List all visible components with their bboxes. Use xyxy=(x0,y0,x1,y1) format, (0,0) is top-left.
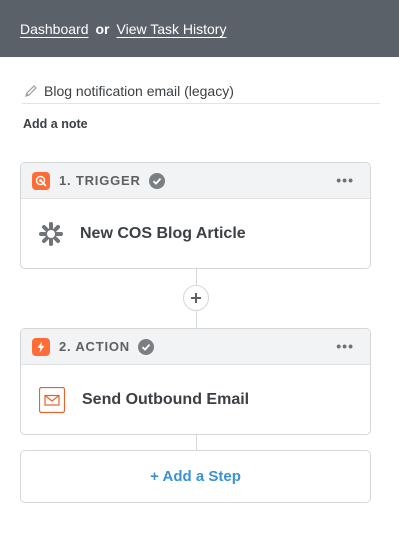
action-app-title: Send Outbound Email xyxy=(82,390,250,408)
action-more-menu[interactable]: ••• xyxy=(336,338,354,354)
action-step-label: 2. ACTION xyxy=(59,339,131,354)
connector-line xyxy=(196,311,197,328)
connector-line xyxy=(196,434,197,450)
trigger-app-title: New COS Blog Article xyxy=(80,224,246,242)
trigger-card-header[interactable]: 1. TRIGGER ••• xyxy=(21,163,370,199)
top-bar: Dashboard or View Task History xyxy=(0,0,399,57)
insert-step-button[interactable] xyxy=(183,285,209,311)
check-circle-icon xyxy=(148,172,165,189)
dashboard-link[interactable]: Dashboard xyxy=(20,21,89,37)
lightning-icon xyxy=(32,337,50,356)
hubspot-sprocket-icon xyxy=(39,221,63,246)
action-card[interactable]: 2. ACTION ••• Send Outbound Email xyxy=(20,328,371,435)
envelope-icon xyxy=(39,386,65,413)
add-step-label: + Add a Step xyxy=(150,468,241,485)
view-task-history-link[interactable]: View Task History xyxy=(117,21,227,37)
check-circle-icon xyxy=(138,338,155,355)
action-card-header[interactable]: 2. ACTION ••• xyxy=(21,329,370,365)
connector-line xyxy=(196,269,197,285)
trigger-card[interactable]: 1. TRIGGER ••• New COS Blog Article xyxy=(20,162,371,269)
add-step-button[interactable]: + Add a Step xyxy=(20,450,371,503)
trigger-card-body[interactable]: New COS Blog Article xyxy=(21,199,370,268)
zap-name-field[interactable]: Blog notification email (legacy) xyxy=(22,82,380,104)
header-separator: or xyxy=(95,20,110,37)
add-note-link[interactable]: Add a note xyxy=(23,117,88,131)
trigger-more-menu[interactable]: ••• xyxy=(336,172,354,188)
pencil-icon xyxy=(25,84,37,97)
trigger-icon xyxy=(32,171,50,190)
trigger-step-label: 1. TRIGGER xyxy=(59,173,141,188)
action-card-body[interactable]: Send Outbound Email xyxy=(21,365,370,434)
plus-icon xyxy=(191,293,201,303)
zap-name: Blog notification email (legacy) xyxy=(44,82,234,99)
